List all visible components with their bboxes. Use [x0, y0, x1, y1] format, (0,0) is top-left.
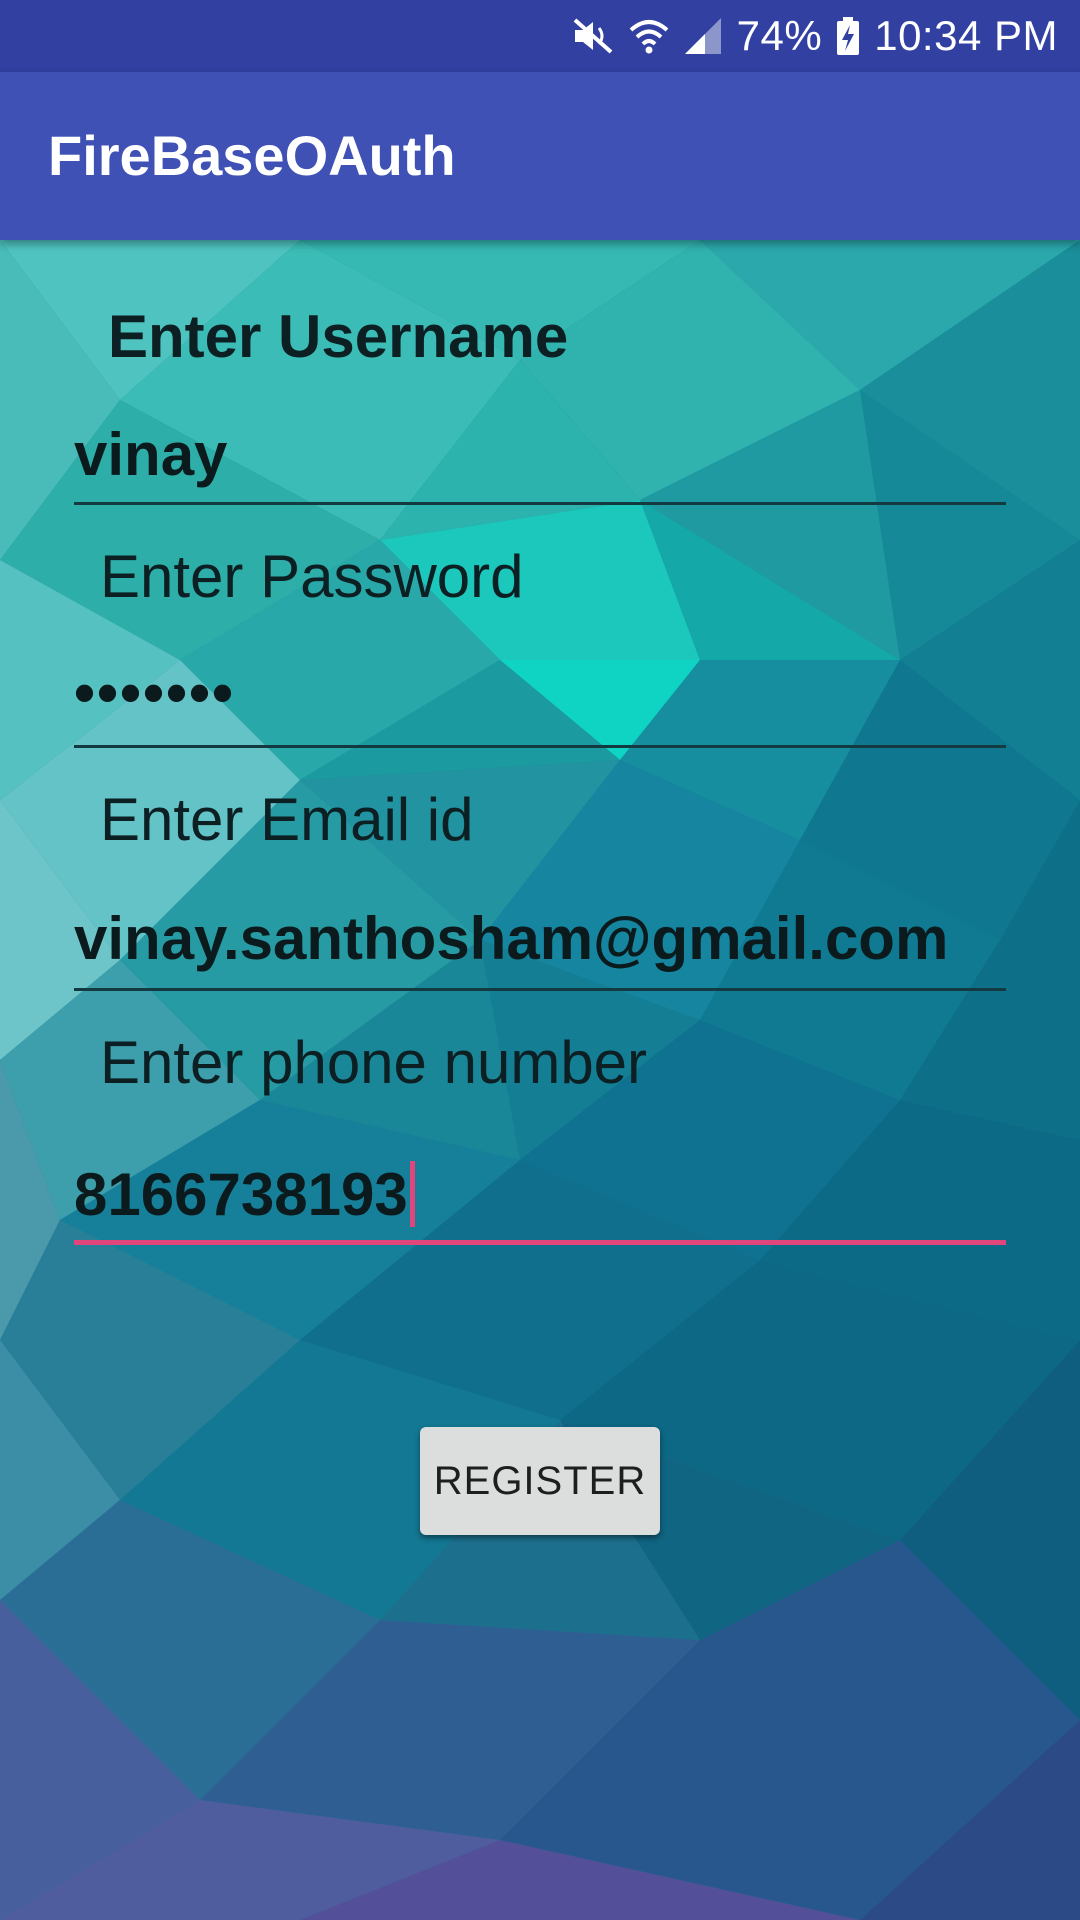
clock: 10:34 PM — [874, 12, 1058, 59]
app-title: FireBaseOAuth — [48, 124, 456, 187]
text-cursor — [409, 1161, 415, 1227]
register-button[interactable]: REGISTER — [420, 1427, 660, 1535]
password-label: Enter Password — [100, 543, 524, 610]
cellular-signal-icon — [683, 16, 723, 56]
email-label: Enter Email id — [100, 786, 474, 853]
status-bar: 74% 10:34 PM — [0, 0, 1080, 72]
username-label: Enter Username — [108, 303, 569, 370]
password-input[interactable]: ••••••• — [74, 658, 235, 727]
username-underline — [74, 502, 1006, 505]
app-bar: FireBaseOAuth — [0, 72, 1080, 240]
wifi-icon — [629, 16, 669, 56]
battery-charging-icon — [836, 16, 860, 56]
phone-input[interactable]: 8166738193 — [74, 1160, 415, 1229]
phone-label: Enter phone number — [100, 1029, 648, 1096]
battery-level: 74% — [736, 12, 823, 59]
password-underline — [74, 745, 1006, 748]
email-input[interactable]: vinay.santhosham@gmail.com — [74, 904, 948, 973]
mute-vibrate-icon — [571, 16, 615, 56]
phone-input-value: 8166738193 — [74, 1161, 408, 1228]
username-input[interactable]: vinay — [74, 420, 227, 489]
register-form: Enter Username vinay Enter Password ••••… — [0, 240, 1080, 1920]
phone-underline-focused — [74, 1240, 1006, 1245]
status-icons: 74% 10:34 PM — [571, 0, 1058, 72]
email-underline — [74, 988, 1006, 991]
